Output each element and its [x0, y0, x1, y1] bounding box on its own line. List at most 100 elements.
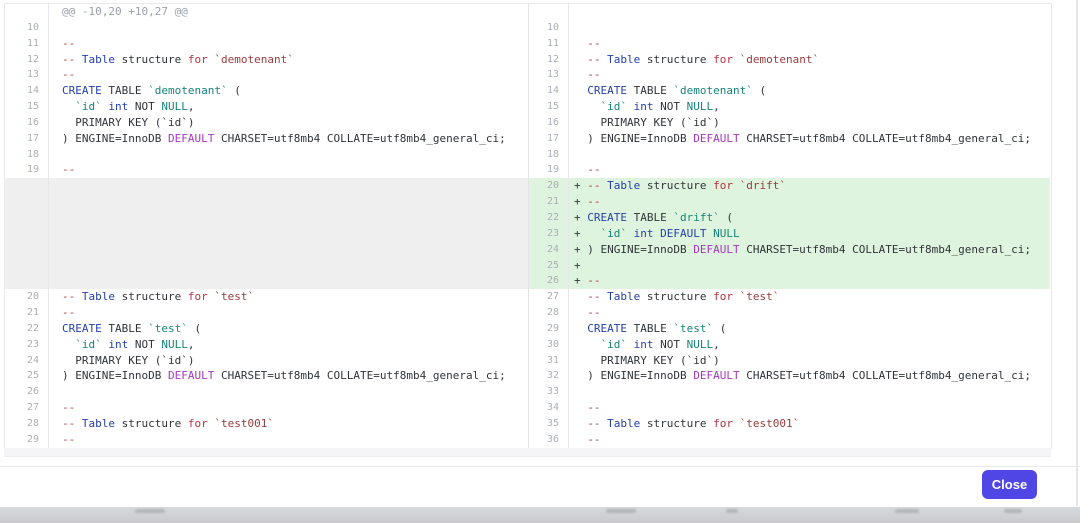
line-number: 28: [529, 305, 569, 321]
diff-table: @@ -10,20 +10,27 @@1010 11--11 --12-- Ta…: [4, 3, 1052, 449]
line-number: 21: [5, 305, 49, 321]
line-number: 25: [5, 368, 49, 384]
line-number: 19: [5, 162, 49, 178]
diff-row: 19--19 --: [5, 162, 1051, 178]
line-number: 23: [5, 337, 49, 353]
code-line: PRIMARY KEY (`id`): [49, 353, 528, 369]
code-line: --: [49, 36, 528, 52]
horizontal-scrollbar-track[interactable]: [4, 448, 1051, 457]
code-line: [49, 147, 528, 163]
line-number: 19: [529, 162, 569, 178]
line-number: 34: [529, 400, 569, 416]
line-number: 26: [5, 384, 49, 400]
backdrop-text-artifact: [606, 509, 636, 513]
diff-row: 21--28 --: [5, 305, 1051, 321]
diff-row: 20-- Table structure for `test`27 -- Tab…: [5, 289, 1051, 305]
code-line: PRIMARY KEY (`id`): [569, 115, 1050, 131]
code-line: ) ENGINE=InnoDB DEFAULT CHARSET=utf8mb4 …: [49, 131, 528, 147]
code-line: + ) ENGINE=InnoDB DEFAULT CHARSET=utf8mb…: [569, 242, 1050, 258]
line-number: 29: [529, 321, 569, 337]
diff-row: 25+: [5, 258, 1051, 274]
vertical-scrollbar-track[interactable]: [1076, 0, 1078, 506]
line-number: 18: [5, 147, 49, 163]
line-number: 29: [5, 432, 49, 448]
line-number: 10: [5, 20, 49, 36]
code-line: -- Table structure for `test`: [49, 289, 528, 305]
code-line: [49, 273, 528, 289]
code-line: -- Table structure for `test001`: [49, 416, 528, 432]
code-line: --: [569, 400, 1050, 416]
line-number: 17: [5, 131, 49, 147]
code-line: + --: [569, 273, 1050, 289]
line-number: 23: [529, 226, 569, 242]
diff-row: 26+ --: [5, 273, 1051, 289]
code-line: --: [569, 305, 1050, 321]
line-number: 24: [529, 242, 569, 258]
line-number: 12: [529, 52, 569, 68]
line-number: 30: [529, 337, 569, 353]
close-button[interactable]: Close: [982, 470, 1037, 499]
code-line: CREATE TABLE `demotenant` (: [49, 83, 528, 99]
diff-row: 20+ -- Table structure for `drift`: [5, 178, 1051, 194]
line-number: 25: [529, 258, 569, 274]
code-line: --: [569, 36, 1050, 52]
diff-modal: @@ -10,20 +10,27 @@1010 11--11 --12-- Ta…: [0, 0, 1080, 523]
line-number: 36: [529, 432, 569, 448]
code-line: + CREATE TABLE `drift` (: [569, 210, 1050, 226]
code-line: [49, 20, 528, 36]
diff-row: 1010: [5, 20, 1051, 36]
diff-row: 17) ENGINE=InnoDB DEFAULT CHARSET=utf8mb…: [5, 131, 1051, 147]
modal-footer-divider: [0, 466, 1080, 467]
code-line: --: [49, 400, 528, 416]
code-line: [49, 226, 528, 242]
code-line: + --: [569, 194, 1050, 210]
code-line: --: [569, 67, 1050, 83]
line-number: 22: [529, 210, 569, 226]
line-number: 13: [5, 67, 49, 83]
line-number: [5, 210, 49, 226]
diff-row: 25) ENGINE=InnoDB DEFAULT CHARSET=utf8mb…: [5, 368, 1051, 384]
code-line: -- Table structure for `demotenant`: [569, 52, 1050, 68]
line-number: 32: [529, 368, 569, 384]
code-line: + `id` int DEFAULT NULL: [569, 226, 1050, 242]
code-line: `id` int NOT NULL,: [49, 337, 528, 353]
diff-row: 27--34 --: [5, 400, 1051, 416]
line-number: 28: [5, 416, 49, 432]
code-line: --: [569, 432, 1050, 448]
line-number: [5, 242, 49, 258]
code-line: [49, 258, 528, 274]
code-line: `id` int NOT NULL,: [569, 337, 1050, 353]
diff-row: 22CREATE TABLE `test` (29 CREATE TABLE `…: [5, 321, 1051, 337]
backdrop-text-artifact: [135, 509, 165, 513]
diff-row: 11--11 --: [5, 36, 1051, 52]
line-number: 13: [529, 67, 569, 83]
code-line: -- Table structure for `test001`: [569, 416, 1050, 432]
line-number: 16: [5, 115, 49, 131]
diff-row: 23 `id` int NOT NULL,30 `id` int NOT NUL…: [5, 337, 1051, 353]
code-line: --: [49, 305, 528, 321]
line-number: 26: [529, 273, 569, 289]
code-line: --: [569, 162, 1050, 178]
diff-row: 23+ `id` int DEFAULT NULL: [5, 226, 1051, 242]
line-number: 12: [5, 52, 49, 68]
code-line: [569, 147, 1050, 163]
diff-row: 2633: [5, 384, 1051, 400]
diff-row: @@ -10,20 +10,27 @@: [5, 4, 1051, 20]
line-number: 20: [5, 289, 49, 305]
line-number: 27: [5, 400, 49, 416]
code-line: `id` int NOT NULL,: [49, 99, 528, 115]
backdrop-text-artifact: [726, 509, 738, 513]
code-line: [49, 210, 528, 226]
code-line: -- Table structure for `test`: [569, 289, 1050, 305]
line-number: 15: [5, 99, 49, 115]
code-line: [49, 384, 528, 400]
code-line: `id` int NOT NULL,: [569, 99, 1050, 115]
code-line: CREATE TABLE `demotenant` (: [569, 83, 1050, 99]
modal-backdrop: [0, 507, 1080, 523]
code-line: --: [49, 432, 528, 448]
diff-row: 12-- Table structure for `demotenant`12 …: [5, 52, 1051, 68]
line-number: 22: [5, 321, 49, 337]
line-number: 11: [529, 36, 569, 52]
line-number: 35: [529, 416, 569, 432]
line-number: 14: [5, 83, 49, 99]
